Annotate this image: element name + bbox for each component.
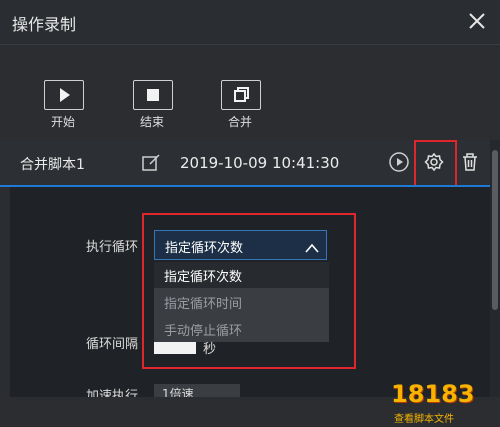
stop-icon xyxy=(133,80,173,110)
start-button[interactable]: 开始 xyxy=(44,80,84,129)
speed-label-clip: 加速执行 xyxy=(86,385,150,397)
play-script-icon[interactable] xyxy=(388,151,410,173)
stop-button[interactable]: 结束 xyxy=(133,80,173,129)
start-label: 开始 xyxy=(50,115,75,129)
script-name: 合并脚本1 xyxy=(20,157,85,173)
interval-label: 循环间隔 xyxy=(86,337,139,352)
watermark-logo-text: 18183 xyxy=(391,380,475,408)
speed-value: 1倍速 xyxy=(162,387,194,397)
close-icon[interactable] xyxy=(466,10,488,32)
script-datetime: 2019-10-09 10:41:30 xyxy=(180,154,340,172)
play-icon xyxy=(44,80,84,110)
speed-label: 加速执行 xyxy=(86,389,139,397)
interval-unit: 秒 xyxy=(203,342,217,357)
merge-label: 合并 xyxy=(227,115,252,129)
scrollbar-thumb[interactable] xyxy=(492,150,498,310)
speed-select[interactable]: 1倍速 xyxy=(154,384,240,397)
edit-icon[interactable] xyxy=(141,153,161,173)
title-bar: 操作录制 xyxy=(0,0,500,44)
window-title: 操作录制 xyxy=(12,15,77,34)
stop-label: 结束 xyxy=(139,115,164,129)
trash-icon[interactable] xyxy=(459,151,481,173)
settings-highlight-box xyxy=(414,140,457,191)
merge-icon xyxy=(221,80,261,110)
watermark-sub-text: 查看脚本文件 xyxy=(394,414,454,425)
merge-button[interactable]: 合并 xyxy=(221,80,261,129)
title-separator xyxy=(0,44,500,45)
loop-label: 执行循环 xyxy=(86,240,139,255)
interval-input[interactable] xyxy=(154,342,196,354)
watermark-logo: 18183 查看脚本文件 xyxy=(388,378,498,425)
